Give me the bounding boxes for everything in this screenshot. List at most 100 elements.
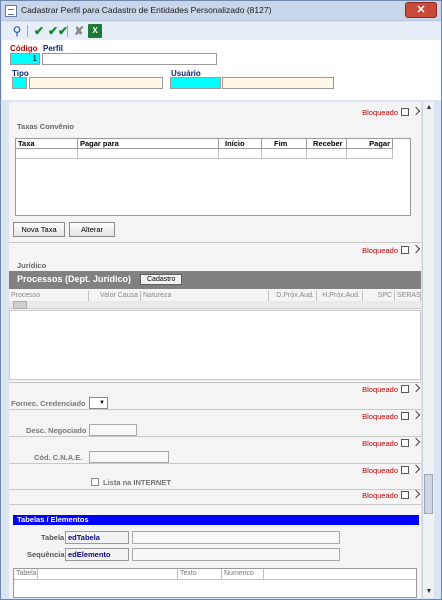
excel-icon[interactable]: X: [88, 24, 102, 38]
bloqueado-label: Bloqueado: [362, 412, 398, 421]
lista-internet-checkbox[interactable]: [91, 478, 99, 486]
section-divider: [9, 382, 421, 383]
bloqueado-checkbox[interactable]: [401, 385, 409, 393]
app-icon: [5, 5, 17, 17]
collapse-marker-icon: [411, 437, 421, 447]
taxas-col-inicio[interactable]: Início: [219, 139, 262, 149]
tabelas-col-blank[interactable]: [38, 569, 178, 579]
processos-col-processo[interactable]: Processo: [9, 291, 89, 301]
vertical-scrollbar[interactable]: ▲ ▼: [422, 102, 434, 598]
cadastro-button[interactable]: Cadastro: [140, 274, 183, 285]
tabelas-bar: Tabelas / Elementos: [13, 515, 419, 525]
collapse-marker-icon: [411, 410, 421, 420]
section-divider: [9, 436, 421, 437]
processos-col-valor-causa[interactable]: Valor Causa: [89, 291, 141, 301]
cnae-label: Cód. C.N.A.E.: [34, 453, 83, 462]
tabelas-col-texto[interactable]: Texto: [178, 569, 222, 579]
taxas-col-pagar-para[interactable]: Pagar para: [78, 139, 219, 149]
usuario-field[interactable]: [222, 77, 334, 89]
bloqueado-label: Bloqueado: [362, 439, 398, 448]
taxas-cell[interactable]: [262, 149, 307, 159]
tabelas-title: Tabelas / Elementos: [17, 515, 89, 524]
bloqueado-checkbox[interactable]: [401, 412, 409, 420]
processos-grid[interactable]: [9, 310, 421, 380]
usuario-code-field[interactable]: [170, 77, 221, 89]
bloqueado-internet[interactable]: Bloqueado: [362, 466, 409, 475]
tabelas-col-tabela[interactable]: Tabela: [14, 569, 38, 579]
tabela-desc-field[interactable]: [132, 531, 340, 544]
section-divider: [9, 409, 421, 410]
taxas-cell[interactable]: [307, 149, 347, 159]
search-icon[interactable]: ⚲: [10, 24, 24, 38]
lista-internet-label: Lista na INTERNET: [103, 478, 171, 487]
processos-col-natureza[interactable]: Natureza: [141, 291, 269, 301]
chevron-down-icon: ▼: [99, 400, 105, 406]
bloqueado-juridico[interactable]: Bloqueado: [362, 246, 409, 255]
perfil-field[interactable]: [42, 53, 217, 65]
scroll-up-icon[interactable]: ▲: [423, 102, 435, 114]
bloqueado-fornec[interactable]: Bloqueado: [362, 385, 409, 394]
toolbar-separator: [27, 25, 28, 37]
tabelas-grid[interactable]: Tabela Texto Numerico: [13, 568, 417, 598]
bloqueado-checkbox[interactable]: [401, 491, 409, 499]
form-scroll-area: Bloqueado Taxas Convênio Taxa Pagar para…: [9, 102, 421, 598]
processos-col-dproxaud[interactable]: D.Próx.Aud.: [269, 291, 317, 301]
taxas-col-receber[interactable]: Receber: [307, 139, 347, 149]
tabela-code-field[interactable]: edTabela: [65, 531, 129, 544]
grid-line: [14, 579, 416, 580]
bloqueado-checkbox[interactable]: [401, 246, 409, 254]
title-bar: Cadastrar Perfil para Cadastro de Entida…: [1, 1, 441, 21]
section-divider: [9, 463, 421, 464]
collapse-marker-icon: [411, 106, 421, 116]
desc-negociado-label: Desc. Negociado: [26, 426, 87, 435]
sequencia-code-field[interactable]: edElemento: [65, 548, 129, 561]
toolbar: ⚲ ✔ ✔✔ ✘ X: [2, 22, 441, 40]
collapse-marker-icon: [411, 383, 421, 393]
confirm-icon[interactable]: ✔: [32, 24, 46, 38]
fornec-select[interactable]: ▼: [89, 397, 108, 409]
bloqueado-label: Bloqueado: [362, 246, 398, 255]
bloqueado-checkbox[interactable]: [401, 466, 409, 474]
taxas-cell[interactable]: [219, 149, 262, 159]
taxas-grid[interactable]: Taxa Pagar para Início Fim Receber Pagar: [15, 138, 411, 216]
cancel-icon[interactable]: ✘: [72, 24, 86, 38]
codigo-label: Código: [10, 44, 38, 53]
alterar-button[interactable]: Alterar: [69, 222, 115, 237]
close-button[interactable]: ✕: [405, 2, 437, 18]
cnae-field[interactable]: [89, 451, 169, 463]
processos-hscroll[interactable]: [9, 301, 421, 309]
tipo-field[interactable]: [29, 77, 163, 89]
tabela-label: Tabela: [41, 533, 65, 542]
bloqueado-cnae[interactable]: Bloqueado: [362, 439, 409, 448]
taxas-cell[interactable]: [16, 149, 78, 159]
processos-col-serasa[interactable]: SERASA: [395, 291, 421, 301]
nova-taxa-button[interactable]: Nova Taxa: [13, 222, 65, 237]
scroll-thumb[interactable]: [424, 474, 433, 514]
bloqueado-tabelas[interactable]: Bloqueado: [362, 491, 409, 500]
tabelas-col-numerico[interactable]: Numerico: [222, 569, 264, 579]
codigo-field[interactable]: 1: [10, 53, 40, 65]
taxas-col-fim[interactable]: Fim: [262, 139, 307, 149]
taxas-cell[interactable]: [347, 149, 393, 159]
fornec-label: Fornec. Credenciado: [11, 399, 86, 408]
hscroll-thumb[interactable]: [13, 301, 27, 309]
juridico-title: Jurídico: [17, 261, 47, 270]
toolbar-separator: [67, 25, 68, 37]
sequencia-desc-field[interactable]: [132, 548, 340, 561]
confirm-all-icon[interactable]: ✔✔: [48, 24, 68, 38]
bloqueado-checkbox[interactable]: [401, 108, 409, 116]
processos-col-hproxaud[interactable]: H.Próx.Aud.: [317, 291, 363, 301]
taxas-col-pagar[interactable]: Pagar: [347, 139, 393, 149]
tipo-code-field[interactable]: [12, 77, 27, 89]
bloqueado-desc[interactable]: Bloqueado: [362, 412, 409, 421]
taxas-col-taxa[interactable]: Taxa: [16, 139, 78, 149]
desc-negociado-field[interactable]: [89, 424, 137, 436]
section-divider: [9, 242, 421, 243]
perfil-label: Perfil: [43, 44, 64, 53]
processos-col-spc[interactable]: SPC: [363, 291, 395, 301]
scroll-down-icon[interactable]: ▼: [423, 586, 435, 598]
bloqueado-checkbox[interactable]: [401, 439, 409, 447]
taxas-cell[interactable]: [78, 149, 219, 159]
collapse-marker-icon: [411, 464, 421, 474]
bloqueado-taxas[interactable]: Bloqueado: [362, 108, 409, 117]
